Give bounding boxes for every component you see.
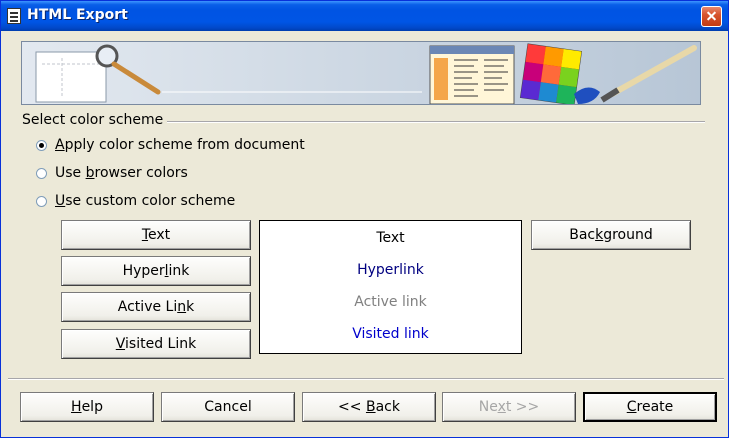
document-icon	[7, 8, 21, 24]
browser-window-icon	[429, 45, 515, 104]
radio-label: Use browser colors	[55, 165, 188, 181]
next-button[interactable]: Next >>	[442, 392, 576, 422]
radio-button[interactable]	[36, 168, 47, 179]
title-bar[interactable]: HTML Export	[1, 1, 728, 31]
radio-button[interactable]	[36, 196, 47, 207]
text-color-button[interactable]: Text	[61, 220, 251, 250]
create-button[interactable]: Create	[583, 392, 717, 422]
close-button[interactable]	[701, 6, 722, 27]
window-title: HTML Export	[27, 7, 128, 23]
active-link-color-button[interactable]: Active Link	[61, 292, 251, 322]
cancel-button[interactable]: Cancel	[161, 392, 295, 422]
visited-link-color-button[interactable]: Visited Link	[61, 329, 251, 359]
radio-button-checked[interactable]	[36, 140, 47, 151]
wizard-banner	[21, 41, 701, 105]
hyperlink-color-button[interactable]: Hyperlink	[61, 256, 251, 286]
preview-text: Text	[376, 230, 405, 246]
color-scheme-group-label: Select color scheme	[22, 112, 164, 128]
radio-label: Use custom color scheme	[55, 193, 236, 209]
preview-visited-link: Visited link	[352, 326, 429, 342]
help-button[interactable]: Help	[20, 392, 154, 422]
banner-illustration	[22, 42, 700, 104]
color-preview-box: Text Hyperlink Active link Visited link	[259, 220, 522, 354]
color-palette-icon	[519, 43, 583, 104]
radio-label: Apply color scheme from document	[55, 137, 305, 153]
back-button[interactable]: << Back	[302, 392, 436, 422]
background-color-button[interactable]: Background	[531, 220, 691, 250]
html-export-dialog: HTML Export Select color scheme Apply co…	[0, 0, 729, 438]
footer-divider	[8, 378, 724, 380]
preview-active-link: Active link	[354, 294, 427, 310]
preview-hyperlink: Hyperlink	[357, 262, 424, 278]
group-divider	[167, 121, 705, 123]
